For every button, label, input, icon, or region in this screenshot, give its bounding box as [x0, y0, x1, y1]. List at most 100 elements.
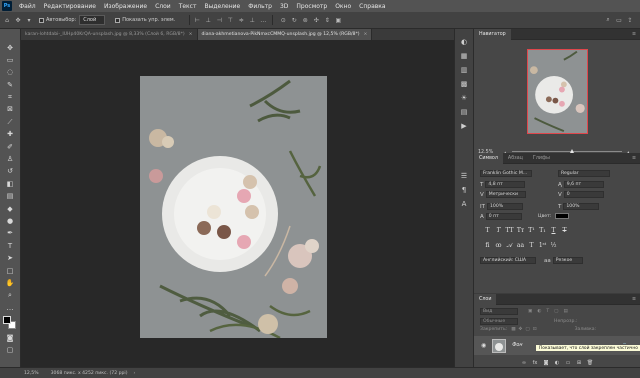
screen-mode-icon[interactable]: ▢ [5, 346, 15, 356]
move-tool-icon[interactable]: ✥ [14, 16, 22, 24]
show-controls-option[interactable]: Показать упр. элем. [115, 17, 175, 23]
panel-menu-icon[interactable]: ≡ [632, 156, 636, 161]
vertical-scale-field[interactable]: 100% [486, 203, 523, 210]
brush-tool-icon[interactable]: ✐ [5, 142, 15, 152]
type-tool-icon[interactable]: T [5, 241, 15, 251]
menu-window[interactable]: Окно [331, 3, 355, 10]
filter-smart-icon[interactable]: ▤ [564, 309, 568, 314]
autoselect-dropdown[interactable]: Слой [79, 15, 106, 25]
tab-document-1[interactable]: karan-lohtdabi-_IUHp40KrQA-unsplash.jpg … [21, 29, 198, 40]
3d-pan-icon[interactable]: ✣ [312, 16, 320, 24]
delete-layer-icon[interactable]: 🗑 [585, 360, 596, 366]
menu-select[interactable]: Выделение [200, 3, 244, 10]
menu-filter[interactable]: Фильтр [244, 3, 276, 10]
adjustment-layer-icon[interactable]: ◐ [552, 360, 563, 366]
adjustments-panel-icon[interactable]: ☀ [459, 93, 469, 103]
menu-text[interactable]: Текст [175, 3, 201, 10]
path-selection-tool-icon[interactable]: ➤ [5, 254, 15, 264]
tab-layers[interactable]: Слои [474, 293, 497, 305]
color-swatches[interactable] [3, 315, 17, 330]
lock-position-icon[interactable]: ✥ [519, 327, 523, 332]
add-mask-icon[interactable]: ◙ [541, 360, 552, 366]
quick-mask-icon[interactable]: ◙ [5, 334, 15, 344]
align-right-icon[interactable]: ⊣ [215, 16, 223, 24]
align-left-icon[interactable]: ⊢ [193, 16, 201, 24]
dodge-tool-icon[interactable]: ● [5, 216, 15, 226]
close-icon[interactable]: × [364, 32, 368, 37]
healing-brush-tool-icon[interactable]: ✚ [5, 130, 15, 140]
align-bottom-icon[interactable]: ⊥ [248, 16, 256, 24]
anti-aliasing-dropdown[interactable]: Резкое [552, 257, 583, 264]
3d-scale-icon[interactable]: ▣ [334, 16, 342, 24]
filter-type-icon[interactable]: T [546, 309, 549, 314]
panel-menu-icon[interactable]: ≡ [632, 32, 636, 37]
eye-icon[interactable]: ◉ [481, 342, 486, 349]
3d-mode-icon[interactable]: ⊙ [279, 16, 287, 24]
ligatures-icon[interactable]: fi [482, 242, 493, 250]
horizontal-scale-field[interactable]: 100% [563, 203, 600, 210]
faux-bold-icon[interactable]: T [482, 227, 493, 234]
text-color-swatch[interactable] [555, 213, 570, 219]
patterns-panel-icon[interactable]: ▩ [459, 79, 469, 89]
font-family-dropdown[interactable]: Franklin Gothic M... [480, 170, 532, 177]
navigator-preview[interactable] [527, 49, 588, 134]
tab-paragraph[interactable]: Абзац [503, 153, 528, 164]
quick-select-tool-icon[interactable]: ✎ [5, 80, 15, 90]
layer-style-icon[interactable]: fx [530, 360, 541, 366]
menu-layers[interactable]: Слои [151, 3, 175, 10]
search-icon[interactable]: ⌕ [604, 16, 612, 24]
share-icon[interactable]: ⇪ [626, 16, 634, 24]
tab-glyphs[interactable]: Глифы [528, 153, 555, 164]
chevron-down-icon[interactable]: ▾ [25, 16, 33, 24]
faux-italic-icon[interactable]: T [493, 227, 504, 234]
more-tools-icon[interactable]: … [5, 303, 15, 313]
gradients-panel-icon[interactable]: ▥ [459, 65, 469, 75]
align-top-icon[interactable]: ⊤ [226, 16, 234, 24]
gradient-tool-icon[interactable]: ▤ [5, 192, 15, 202]
libraries-panel-icon[interactable]: ▤ [459, 107, 469, 117]
crop-tool-icon[interactable]: ⌗ [5, 93, 15, 103]
tab-navigator[interactable]: Навигатор [474, 28, 511, 40]
pen-tool-icon[interactable]: ✒ [5, 229, 15, 239]
hand-tool-icon[interactable]: ✋ [5, 278, 15, 288]
lock-pixels-icon[interactable]: ▩ [511, 327, 515, 332]
ordinals-icon[interactable]: 1ˢᵗ [537, 242, 548, 250]
link-layers-icon[interactable]: ∞ [519, 360, 530, 366]
play-actions-icon[interactable]: ▶ [459, 121, 469, 131]
move-tool-icon[interactable]: ✥ [5, 43, 15, 53]
workspace-icon[interactable]: ▭ [615, 16, 623, 24]
menu-view[interactable]: Просмотр [292, 3, 331, 10]
lock-all-icon[interactable]: ⊡ [533, 327, 537, 332]
filter-adjust-icon[interactable]: ◐ [537, 309, 541, 314]
all-caps-icon[interactable]: TT [504, 227, 515, 234]
new-layer-icon[interactable]: ⊞ [574, 360, 585, 366]
stylistic-alt-icon[interactable]: aa [515, 242, 526, 250]
properties-panel-icon[interactable]: ☰ [459, 171, 469, 181]
layer-filter-dropdown[interactable]: Вид [480, 308, 518, 315]
blend-mode-dropdown[interactable]: Обычные [480, 318, 518, 325]
eraser-tool-icon[interactable]: ◧ [5, 179, 15, 189]
menu-3d[interactable]: 3D [276, 3, 292, 10]
autoselect-checkbox[interactable] [39, 17, 44, 23]
underline-icon[interactable]: T [548, 227, 559, 234]
fractions-icon[interactable]: ½ [548, 242, 559, 250]
menu-image[interactable]: Изображение [100, 3, 151, 10]
small-caps-icon[interactable]: Tт [515, 227, 526, 234]
align-hcenter-icon[interactable]: ⊥ [204, 16, 212, 24]
character-panel-icon[interactable]: A [459, 199, 469, 209]
filter-shape-icon[interactable]: ▢ [554, 309, 558, 314]
alternates-icon[interactable]: ꝏ [493, 242, 504, 250]
3d-rotate-icon[interactable]: ↻ [290, 16, 298, 24]
layer-thumbnail[interactable] [492, 338, 507, 353]
tracking-field[interactable]: 0 [563, 191, 604, 198]
strikethrough-icon[interactable]: T [559, 227, 570, 234]
frame-tool-icon[interactable]: ⊠ [5, 105, 15, 115]
new-group-icon[interactable]: ▭ [563, 360, 574, 366]
chevron-right-icon[interactable]: › [134, 371, 136, 376]
subscript-icon[interactable]: T₁ [537, 227, 548, 234]
leading-field[interactable]: 9,6 пт [563, 181, 604, 188]
canvas-area[interactable] [21, 40, 454, 367]
swatches-panel-icon[interactable]: ▦ [459, 51, 469, 61]
font-size-field[interactable]: 4,8 пт [485, 181, 526, 188]
align-vcenter-icon[interactable]: ≑ [237, 16, 245, 24]
